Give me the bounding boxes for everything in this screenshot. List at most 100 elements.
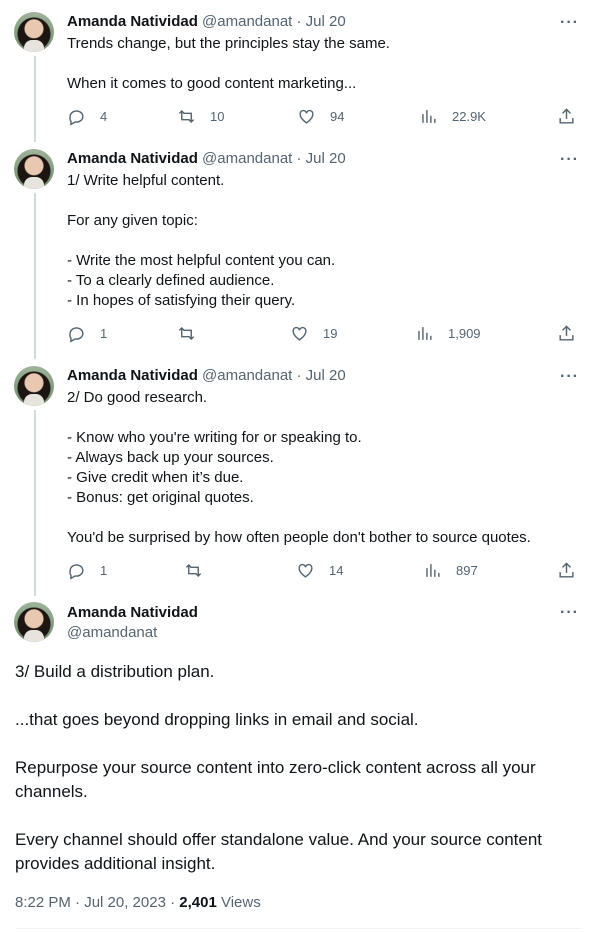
tweet-line: - Know who you're writing for or speakin… xyxy=(67,429,362,446)
retweet-icon xyxy=(178,109,195,124)
retweet-icon xyxy=(185,563,202,578)
tweet-line: - Give credit when it’s due. xyxy=(67,469,244,486)
tweet-line: Every channel should offer standalone va… xyxy=(15,830,543,873)
avatar[interactable] xyxy=(14,602,54,642)
tweet-header: Amanda Natividad @amandanat · Jul 20 xyxy=(67,366,346,386)
tweet[interactable]: Amanda Natividad @amandanat · Jul 20 ···… xyxy=(0,140,591,357)
reply-count: 1 xyxy=(100,563,108,578)
retweet-button[interactable] xyxy=(177,324,210,343)
more-options-icon[interactable]: ··· xyxy=(560,605,579,621)
like-count: 19 xyxy=(323,326,338,341)
tweet-timestamp[interactable]: 8:22 PM · Jul 20, 2023 · xyxy=(15,894,179,911)
tweet-line xyxy=(15,804,575,828)
tweet-text: Trends change, but the principles stay t… xyxy=(67,34,567,94)
tweet-line: 2/ Do good research. xyxy=(67,389,208,406)
retweet-button[interactable]: 10 xyxy=(177,107,224,126)
tweet-date[interactable]: · Jul 20 xyxy=(297,150,346,167)
tweet-line: - To a clearly defined audience. xyxy=(67,272,275,289)
views-count: 22.9K xyxy=(452,109,486,124)
tweet-actions: 1 19 1,909 xyxy=(67,324,579,344)
tweet-line: For any given topic: xyxy=(67,212,198,229)
more-options-icon[interactable]: ··· xyxy=(560,369,579,385)
tweet-line xyxy=(67,54,567,74)
tweet-line xyxy=(67,191,567,211)
tweet-date[interactable]: · Jul 20 xyxy=(297,13,346,30)
like-button[interactable]: 19 xyxy=(290,324,337,343)
tweet-line: - Always back up your sources. xyxy=(67,449,274,466)
more-options-icon[interactable]: ··· xyxy=(560,152,579,168)
tweet-line: 3/ Build a distribution plan. xyxy=(15,662,215,681)
share-icon xyxy=(559,108,574,124)
views-label: Views xyxy=(216,894,261,911)
views-count: 897 xyxy=(456,563,478,578)
heart-icon xyxy=(298,563,313,578)
retweet-count: 10 xyxy=(210,109,225,124)
heart-icon xyxy=(299,109,314,124)
tweet-line: Repurpose your source content into zero-… xyxy=(15,758,536,801)
tweet-line xyxy=(67,231,567,251)
avatar[interactable] xyxy=(14,149,54,189)
tweet-line xyxy=(67,408,567,428)
author-name[interactable]: Amanda Natividad xyxy=(67,603,198,623)
tweet-date[interactable]: · Jul 20 xyxy=(297,367,346,384)
reply-button[interactable]: 4 xyxy=(67,107,107,126)
views-count: 1,909 xyxy=(448,326,481,341)
views-icon xyxy=(426,564,440,577)
share-icon xyxy=(559,325,574,341)
reply-icon xyxy=(69,327,84,343)
like-count: 14 xyxy=(329,563,344,578)
tweet-line: 1/ Write helpful content. xyxy=(67,172,225,189)
share-icon xyxy=(559,562,574,578)
divider xyxy=(15,928,581,929)
avatar[interactable] xyxy=(14,12,54,52)
share-button[interactable] xyxy=(557,107,576,126)
share-button[interactable] xyxy=(557,561,576,580)
tweet[interactable]: Amanda Natividad @amandanat · Jul 20 ···… xyxy=(0,0,591,140)
reply-count: 4 xyxy=(100,109,108,124)
views-count: 2,401 xyxy=(179,894,217,911)
reply-button[interactable]: 1 xyxy=(67,561,107,580)
avatar[interactable] xyxy=(14,366,54,406)
views-icon xyxy=(418,327,432,340)
tweet-line xyxy=(15,684,575,708)
tweet-text: 2/ Do good research. - Know who you're w… xyxy=(67,388,567,548)
tweet[interactable]: Amanda Natividad @amandanat · Jul 20 ···… xyxy=(0,357,591,597)
retweet-icon xyxy=(178,326,195,341)
retweet-button[interactable] xyxy=(184,561,217,580)
author-handle[interactable]: @amandanat xyxy=(202,150,292,167)
views-button[interactable]: 897 xyxy=(423,561,478,580)
tweet-actions: 4 10 94 22.9K xyxy=(67,107,579,127)
tweet-line: - In hopes of satisfying their query. xyxy=(67,292,296,309)
tweet-line xyxy=(67,508,567,528)
more-options-icon[interactable]: ··· xyxy=(560,15,579,31)
views-icon xyxy=(422,110,436,123)
tweet-actions: 1 14 897 xyxy=(67,561,579,581)
author-handle[interactable]: @amandanat xyxy=(202,367,292,384)
author-name[interactable]: Amanda Natividad xyxy=(67,367,198,384)
tweet-line: - Write the most helpful content you can… xyxy=(67,252,336,269)
tweet-line: When it comes to good content marketing.… xyxy=(67,75,357,92)
tweet-line: ...that goes beyond dropping links in em… xyxy=(15,710,419,729)
tweet-line: Trends change, but the principles stay t… xyxy=(67,35,390,52)
views-button[interactable]: 22.9K xyxy=(419,107,486,126)
author-handle[interactable]: @amandanat xyxy=(202,13,292,30)
reply-icon xyxy=(69,110,84,126)
author-name[interactable]: Amanda Natividad xyxy=(67,13,198,30)
tweet-header: Amanda Natividad @amandanat · Jul 20 xyxy=(67,12,346,32)
tweet-meta: 8:22 PM · Jul 20, 2023 · 2,401 Views xyxy=(15,893,261,913)
views-button[interactable]: 1,909 xyxy=(415,324,481,343)
reply-count: 1 xyxy=(100,326,108,341)
tweet-line: You'd be surprised by how often people d… xyxy=(67,529,531,546)
tweet-text: 1/ Write helpful content. For any given … xyxy=(67,171,567,311)
share-button[interactable] xyxy=(557,324,576,343)
author-name[interactable]: Amanda Natividad xyxy=(67,150,198,167)
reply-button[interactable]: 1 xyxy=(67,324,107,343)
reply-icon xyxy=(69,564,84,580)
tweet-line: - Bonus: get original quotes. xyxy=(67,489,254,506)
author-handle[interactable]: @amandanat xyxy=(67,623,157,643)
like-button[interactable]: 14 xyxy=(296,561,343,580)
like-button[interactable]: 94 xyxy=(297,107,344,126)
main-tweet-text: 3/ Build a distribution plan. ...that go… xyxy=(15,660,575,876)
tweet-header: Amanda Natividad @amandanat · Jul 20 xyxy=(67,149,346,169)
tweet-line xyxy=(15,732,575,756)
